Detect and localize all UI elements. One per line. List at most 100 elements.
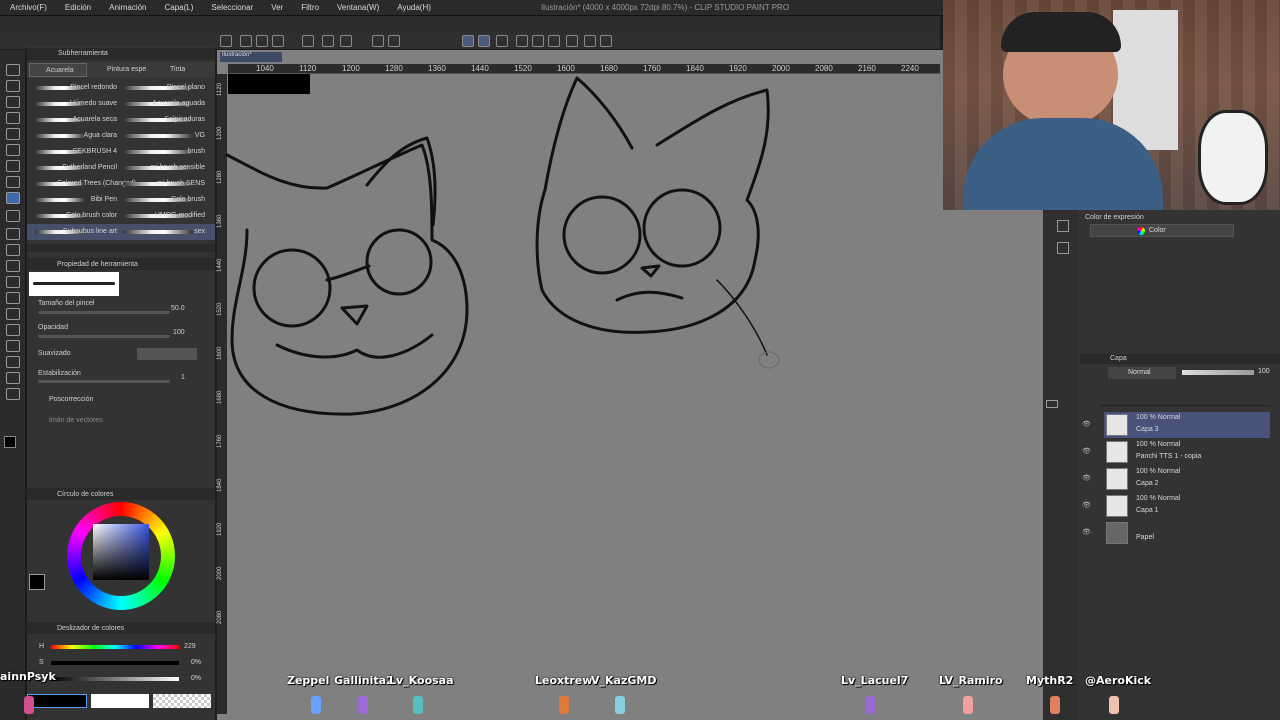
decoration-tool-icon[interactable] — [6, 228, 20, 240]
main-color-swatch-small[interactable] — [4, 436, 16, 448]
watercolor-tool-icon[interactable] — [6, 192, 20, 204]
eye-icon[interactable]: 👁 — [1082, 447, 1091, 455]
v-value[interactable]: 0% — [191, 675, 201, 682]
brush-row[interactable]: Bibi Pen Colo brush — [27, 192, 215, 208]
layer-opacity-value[interactable]: 100 — [1258, 368, 1270, 375]
grid-snap-icon[interactable] — [496, 35, 508, 47]
menu-seleccionar[interactable]: Seleccionar — [201, 3, 261, 12]
layer-row[interactable]: 100 % Normal Capa 3 — [1104, 412, 1270, 438]
brush-row[interactable]: SEKBRUSH 4 brush — [27, 144, 215, 160]
balloon-tool-icon[interactable] — [6, 372, 20, 384]
hand-tool-icon[interactable] — [6, 80, 20, 92]
layer-row[interactable]: 100 % Normal Capa 2 — [1104, 466, 1270, 492]
brush-row[interactable]: Agua clara VG — [27, 128, 215, 144]
undo-icon[interactable] — [302, 35, 314, 47]
save-icon[interactable] — [256, 35, 268, 47]
eye-icon[interactable]: 👁 — [1082, 528, 1091, 536]
layer-row[interactable]: 100 % Normal Panchi TTS 1 - copia — [1104, 439, 1270, 465]
figure-tool-icon[interactable] — [6, 308, 20, 320]
flip-icon[interactable] — [584, 35, 596, 47]
menu-animacion[interactable]: Animación — [99, 3, 154, 12]
transparent-color-bar[interactable] — [153, 694, 211, 708]
hue-slider[interactable] — [51, 645, 179, 649]
color-square[interactable] — [93, 524, 149, 580]
fill-tool-icon[interactable] — [6, 276, 20, 288]
layer-panel-icon[interactable] — [1046, 400, 1058, 408]
ruler-tool-icon[interactable] — [6, 340, 20, 352]
ruler-snap-icon[interactable] — [462, 35, 474, 47]
lasso-tool-icon[interactable] — [6, 112, 20, 124]
layer-tab[interactable]: Capa — [1110, 355, 1127, 362]
menu-capa[interactable]: Capa(L) — [155, 3, 202, 12]
color-wheel[interactable] — [67, 502, 175, 610]
zoom-tool-icon[interactable] — [6, 64, 20, 76]
h-value[interactable]: 229 — [184, 643, 196, 650]
stabilization-slider[interactable] — [38, 380, 170, 383]
eraser-tool-icon[interactable] — [6, 244, 20, 256]
canvas-drawing[interactable] — [217, 50, 1043, 720]
expression-select[interactable]: Color — [1090, 224, 1234, 237]
main-color-swatch[interactable] — [29, 574, 45, 590]
zoom-icon[interactable] — [600, 35, 612, 47]
menu-ayuda[interactable]: Ayuda(H) — [387, 3, 439, 12]
eye-icon[interactable]: 👁 — [1082, 501, 1091, 509]
opacity-value[interactable]: 100 — [173, 329, 185, 336]
airbrush-tool-icon[interactable] — [6, 210, 20, 222]
s-value[interactable]: 0% — [191, 659, 201, 666]
correct-line-tool-icon[interactable] — [6, 388, 20, 400]
brush-row[interactable]: Acuarela seca Salpicaduras — [27, 112, 215, 128]
saturation-slider[interactable] — [51, 661, 179, 665]
new-icon[interactable] — [220, 35, 232, 47]
open-icon[interactable] — [240, 35, 252, 47]
menu-ver[interactable]: Ver — [261, 3, 291, 12]
move-tool-icon[interactable] — [6, 96, 20, 108]
brush-row[interactable]: Pincel redondo Pincel plano — [27, 80, 215, 96]
rotate-icon[interactable] — [566, 35, 578, 47]
tab-pintura[interactable]: Pintura espe — [107, 66, 146, 73]
brush-row[interactable]: Sutherland Pencil mi brush sensible — [27, 160, 215, 176]
blend-mode-select[interactable]: Normal — [1108, 367, 1176, 379]
brush-row[interactable]: Subsubus line art sex — [27, 224, 215, 240]
sub-color-bar[interactable] — [91, 694, 149, 708]
layer-opacity-slider[interactable] — [1182, 370, 1254, 375]
menu-ventana[interactable]: Ventana(W) — [327, 3, 387, 12]
pen-tool-icon[interactable] — [6, 144, 20, 156]
post-correction-label[interactable]: Poscorrección — [49, 396, 93, 403]
value-slider[interactable] — [51, 677, 179, 681]
brush-row[interactable]: Colo.brush color HMOG modified — [27, 208, 215, 224]
eye-icon[interactable]: 👁 — [1082, 420, 1091, 428]
menu-filtro[interactable]: Filtro — [291, 3, 327, 12]
brush-row[interactable]: Húmedo suave Acuarela aguada — [27, 96, 215, 112]
tab-tinta[interactable]: Tinta — [170, 66, 185, 73]
main-color-bar[interactable] — [27, 694, 87, 708]
menu-edicion[interactable]: Edición — [55, 3, 99, 12]
navigator-icon[interactable] — [1057, 220, 1069, 232]
view-icon[interactable] — [548, 35, 560, 47]
export-icon[interactable] — [272, 35, 284, 47]
transform-icon[interactable] — [372, 35, 384, 47]
tab-acuarela[interactable]: Acuarela — [29, 63, 87, 77]
brush-size-value[interactable]: 50.0 — [171, 305, 185, 312]
brush-row[interactable]: Colored Trees (Changed) mi brush SENS — [27, 176, 215, 192]
select-all-icon[interactable] — [340, 35, 352, 47]
stabilization-value[interactable]: 1 — [181, 374, 185, 381]
layer-row[interactable]: 100 % Normal Capa 1 — [1104, 493, 1270, 519]
crop-icon[interactable] — [388, 35, 400, 47]
gradient-tool-icon[interactable] — [6, 292, 20, 304]
fit-icon[interactable] — [532, 35, 544, 47]
smoothing-selector[interactable] — [137, 348, 197, 360]
brush-tool-icon[interactable] — [6, 176, 20, 188]
layer-property-icon[interactable] — [1057, 242, 1069, 254]
eyedropper-tool-icon[interactable] — [6, 128, 20, 140]
special-ruler-snap-icon[interactable] — [478, 35, 490, 47]
frame-tool-icon[interactable] — [6, 324, 20, 336]
redo-icon[interactable] — [322, 35, 334, 47]
opacity-slider[interactable] — [38, 335, 170, 338]
text-tool-icon[interactable] — [6, 356, 20, 368]
menu-archivo[interactable]: Archivo(F) — [0, 3, 55, 12]
layer-row[interactable]: Papel — [1104, 520, 1270, 546]
pencil-tool-icon[interactable] — [6, 160, 20, 172]
help-icon[interactable] — [516, 35, 528, 47]
brush-size-slider[interactable] — [38, 311, 170, 314]
blend-tool-icon[interactable] — [6, 260, 20, 272]
